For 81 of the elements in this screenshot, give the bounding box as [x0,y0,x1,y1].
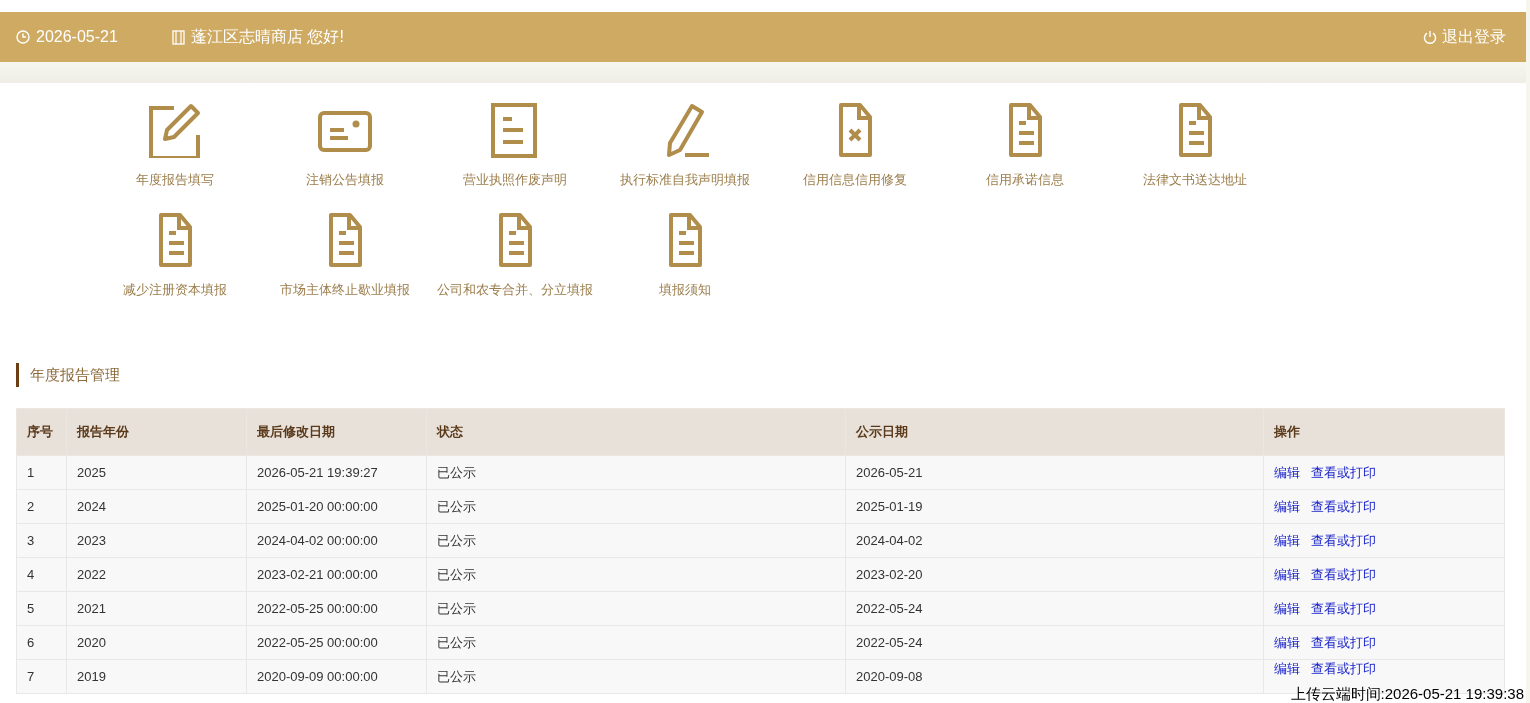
document-icon [497,213,533,268]
column-header: 最后修改日期 [246,408,427,456]
edit-link[interactable]: 编辑 [1274,464,1300,480]
table-cell: 2022-05-24 [845,625,1264,660]
menu-tile[interactable]: 减少注册资本填报 [90,213,260,323]
table-cell: 2020-09-08 [845,659,1264,694]
table-cell: 2 [16,489,67,524]
column-header: 状态 [426,408,846,456]
table-cell: 2026-05-21 [845,455,1264,490]
menu-tile[interactable]: 市场主体终止歇业填报 [260,213,430,323]
table-cell: 2023-02-21 00:00:00 [246,557,427,592]
table-cell: 2025-01-20 00:00:00 [246,489,427,524]
table-cell: 7 [16,659,67,694]
table-cell: 5 [16,591,67,626]
menu-tile[interactable]: 注销公告填报 [260,103,430,213]
menu-tile[interactable]: 执行标准自我声明填报 [600,103,770,213]
document-icon [1007,103,1043,158]
menu-tile[interactable]: 营业执照作废声明 [430,103,600,213]
clock-icon [16,30,30,44]
table-cell: 2024 [66,489,247,524]
table-cell: 2020 [66,625,247,660]
table-cell: 2021 [66,591,247,626]
table-cell: 2023-02-20 [845,557,1264,592]
view-print-link[interactable]: 查看或打印 [1311,661,1376,676]
view-print-link[interactable]: 查看或打印 [1311,566,1376,582]
document-x-icon [837,103,873,158]
table-cell: 1 [16,455,67,490]
table-cell: 2019 [66,659,247,694]
column-header: 序号 [16,408,67,456]
upload-time: 上传云端时间:2026-05-21 19:39:38 [1290,684,1524,703]
document-icon [1177,103,1213,158]
table-cell: 6 [16,625,67,660]
table-cell: 已公示 [426,591,846,626]
menu-tile[interactable]: 信用信息信用修复 [770,103,940,213]
table-cell: 2022-05-25 00:00:00 [246,625,427,660]
table-cell: 2020-09-09 00:00:00 [246,659,427,694]
view-print-link[interactable]: 查看或打印 [1311,532,1376,548]
edit-link[interactable]: 编辑 [1274,634,1300,650]
document-icon [327,213,363,268]
table-cell: 已公示 [426,523,846,558]
menu-tile[interactable]: 年度报告填写 [90,103,260,213]
document-icon [157,213,193,268]
table-cell: 2025 [66,455,247,490]
table-cell: 2024-04-02 00:00:00 [246,523,427,558]
edit-link[interactable]: 编辑 [1274,498,1300,514]
view-print-link[interactable]: 查看或打印 [1311,634,1376,650]
table-cell: 2023 [66,523,247,558]
table-cell: 2022-05-25 00:00:00 [246,591,427,626]
table-cell: 2022-05-24 [845,591,1264,626]
column-header: 操作 [1263,408,1505,456]
table-cell: 已公示 [426,625,846,660]
table-cell: 4 [16,557,67,592]
greeting-text: 蓬江区志晴商店 您好! [191,27,344,47]
table-cell: 已公示 [426,489,846,524]
menu-tile[interactable]: 法律文书送达地址 [1110,103,1280,213]
table-cell: 已公示 [426,557,846,592]
table-cell: 已公示 [426,659,846,694]
menu-tile[interactable]: 信用承诺信息 [940,103,1110,213]
edit-link[interactable]: 编辑 [1274,661,1300,676]
table-cell: 已公示 [426,455,846,490]
table-cell: 3 [16,523,67,558]
book-icon [172,29,185,45]
table-cell: 2024-04-02 [845,523,1264,558]
table-cell: 2025-01-19 [845,489,1264,524]
menu-tile[interactable]: 填报须知 [600,213,770,323]
edit-link[interactable]: 编辑 [1274,566,1300,582]
table-cell: 2026-05-21 19:39:27 [246,455,427,490]
edit-link[interactable]: 编辑 [1274,532,1300,548]
column-header: 公示日期 [845,408,1264,456]
edit-link[interactable]: 编辑 [1274,600,1300,616]
view-print-link[interactable]: 查看或打印 [1311,464,1376,480]
view-print-link[interactable]: 查看或打印 [1311,600,1376,616]
power-icon [1423,30,1437,44]
section-title: 年度报告管理 [30,364,120,385]
document-icon [667,213,703,268]
view-print-link[interactable]: 查看或打印 [1311,498,1376,514]
edit-icon [148,103,202,158]
menu-tile[interactable]: 公司和农专合并、分立填报 [430,213,600,323]
date-text: 2026-05-21 [36,27,119,47]
column-header: 报告年份 [66,408,247,456]
table-cell: 2022 [66,557,247,592]
